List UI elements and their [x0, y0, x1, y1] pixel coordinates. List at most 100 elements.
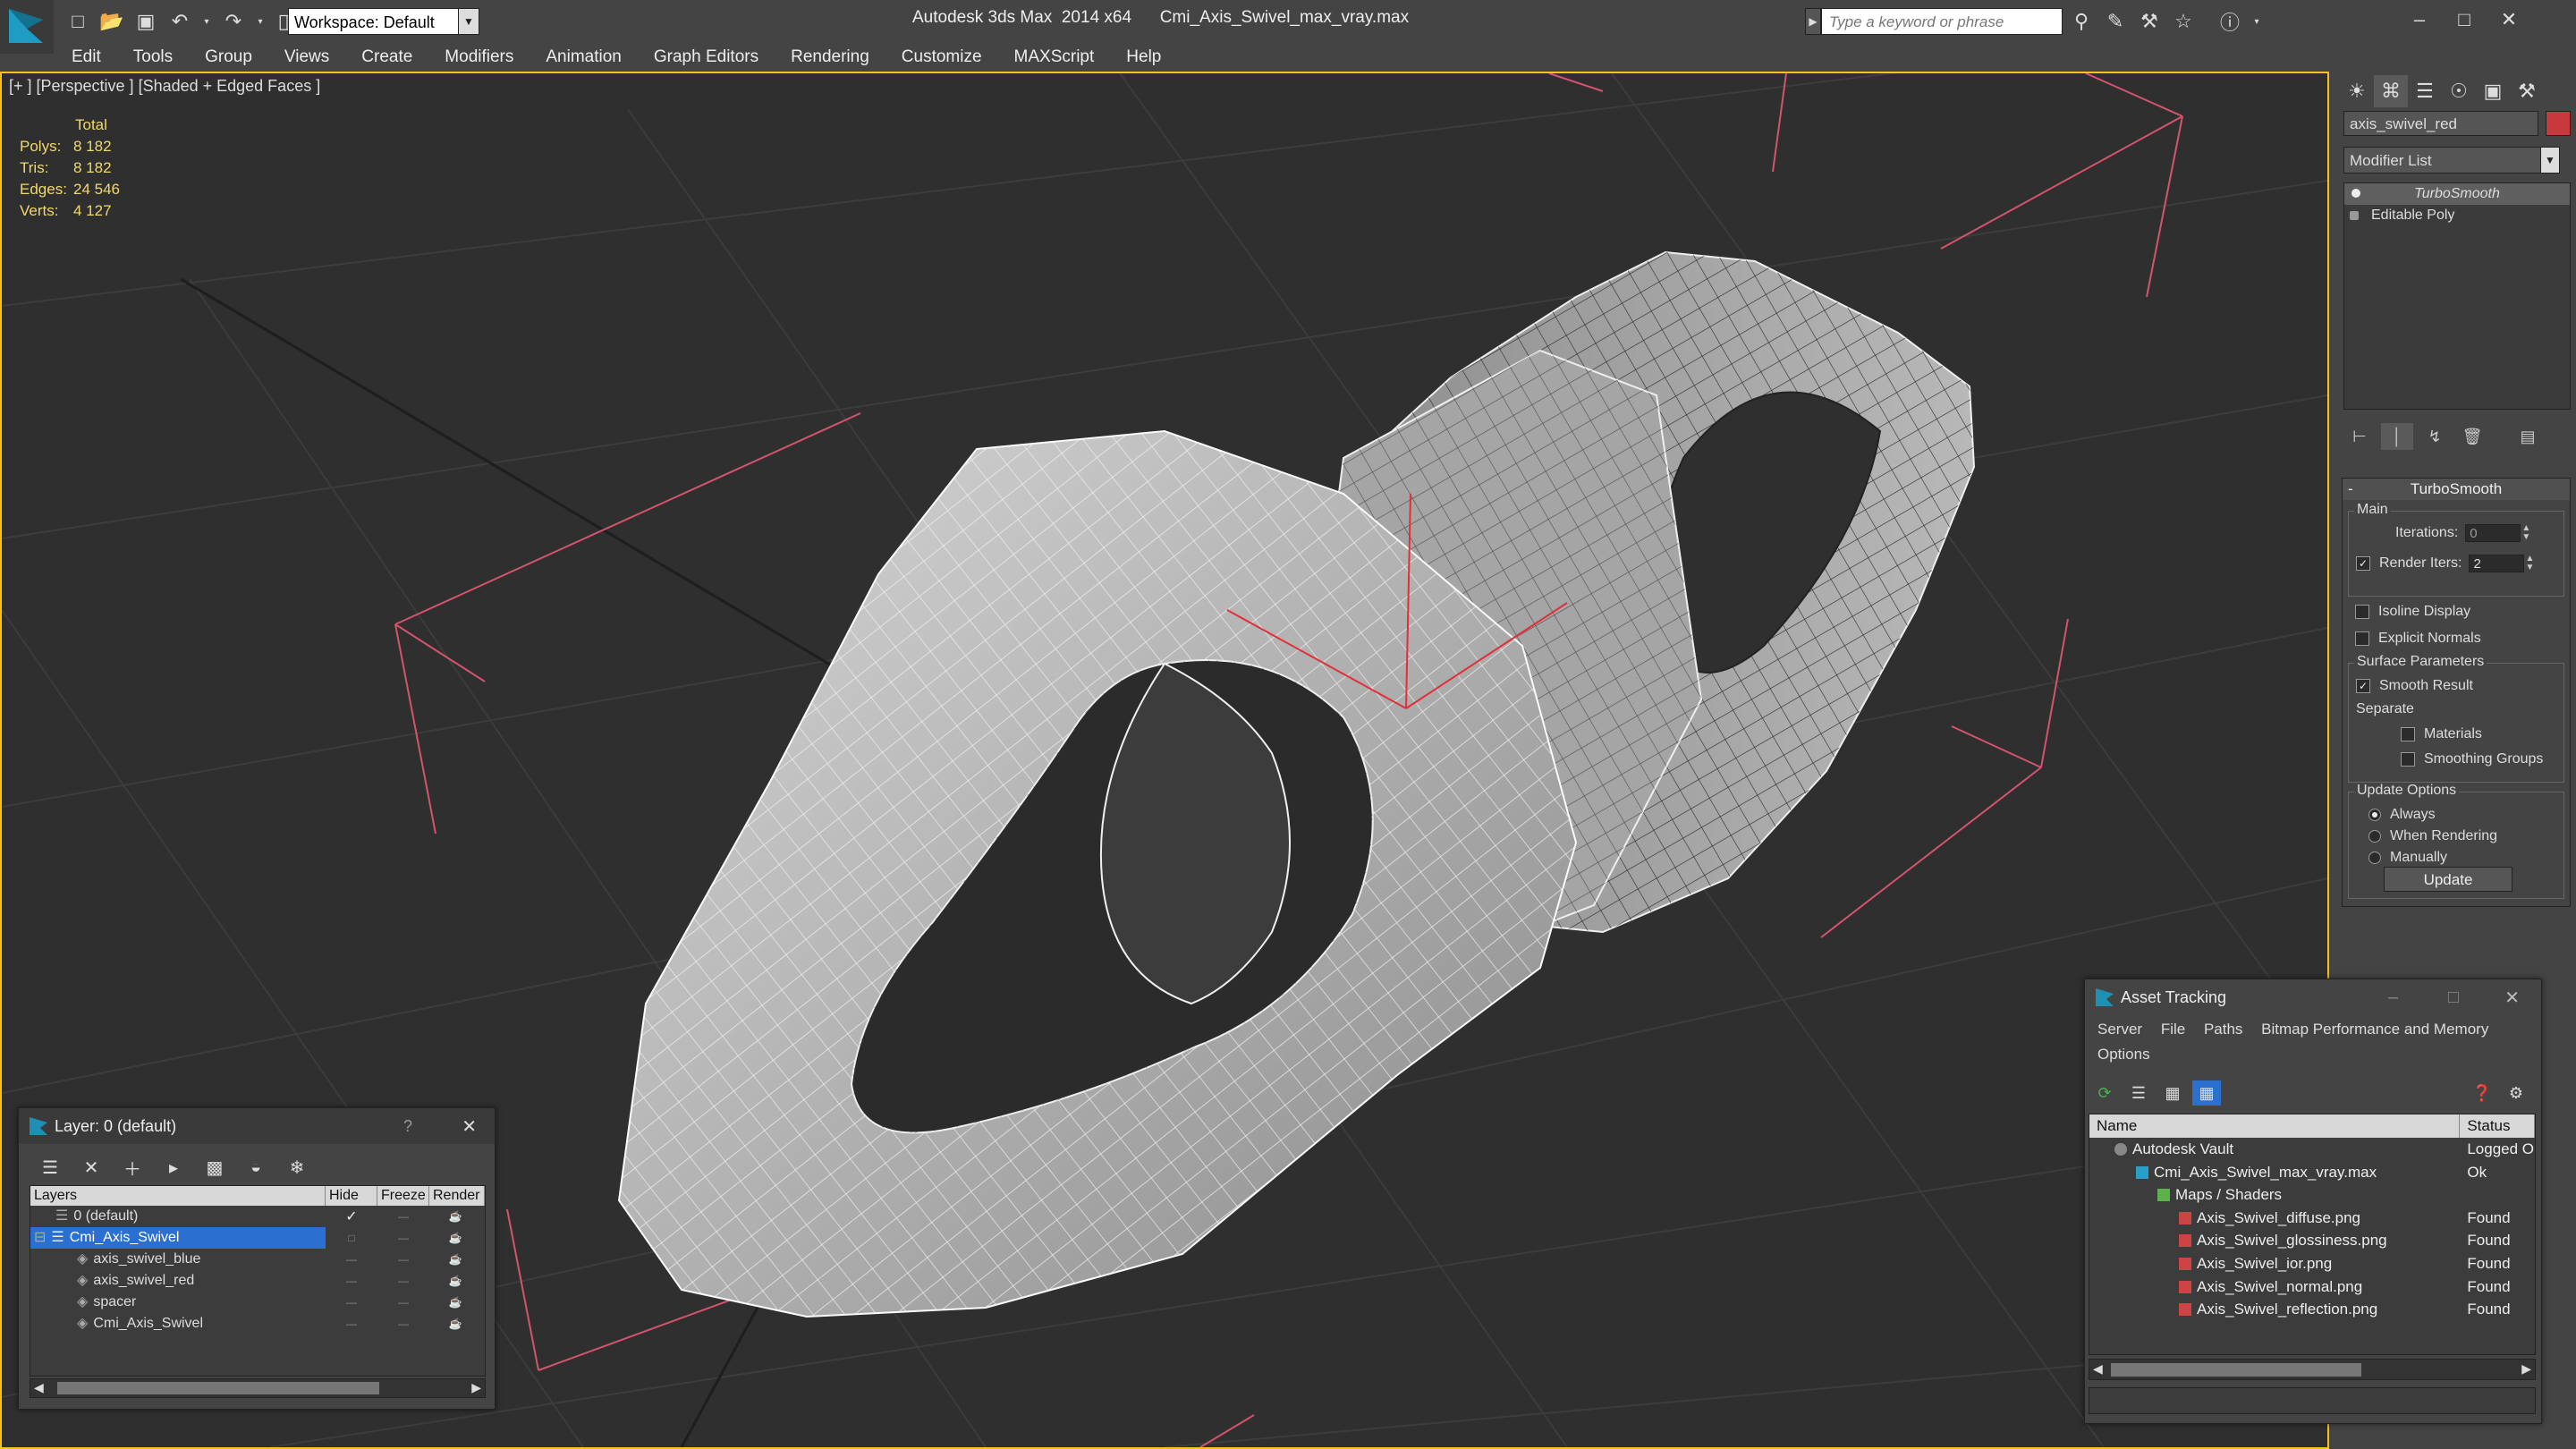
asset-row[interactable]: Maps / Shaders: [2089, 1183, 2535, 1207]
modify-tab-icon[interactable]: ⌘: [2374, 75, 2408, 107]
menu-options[interactable]: Options: [2097, 1046, 2150, 1063]
menu-paths[interactable]: Paths: [2204, 1021, 2242, 1038]
maximize-icon[interactable]: □: [2442, 2, 2487, 38]
render-teapot-icon[interactable]: ☕: [429, 1292, 481, 1313]
horizontal-scrollbar[interactable]: ◀ ▶: [30, 1378, 486, 1398]
freeze-toggle[interactable]: —: [377, 1227, 429, 1249]
update-button[interactable]: Update: [2384, 867, 2512, 892]
layer-row[interactable]: ◈ axis_swivel_red — — ☕: [30, 1270, 485, 1292]
collapse-minus-icon[interactable]: ⊟: [34, 1230, 46, 1245]
binoculars-icon[interactable]: ⚲: [2068, 8, 2095, 35]
menu-file[interactable]: File: [2161, 1021, 2185, 1038]
render-iters-spinner[interactable]: 2: [2469, 555, 2525, 572]
materials-checkbox[interactable]: [2401, 727, 2415, 741]
menu-rendering[interactable]: Rendering: [791, 47, 869, 67]
app-logo-icon[interactable]: [0, 0, 54, 54]
isoline-display-checkbox[interactable]: [2355, 605, 2369, 619]
menu-modifiers[interactable]: Modifiers: [445, 47, 513, 67]
configure-sets-icon[interactable]: ▤: [2512, 423, 2544, 450]
list-view-icon[interactable]: ☰: [2124, 1080, 2153, 1106]
remove-modifier-icon[interactable]: 🗑: [2456, 423, 2488, 450]
help-icon[interactable]: ❓: [2468, 1080, 2496, 1106]
open-file-icon[interactable]: 📂: [98, 8, 125, 35]
add-to-layer-icon[interactable]: ＋: [119, 1154, 146, 1181]
close-icon[interactable]: ✕: [2487, 2, 2531, 38]
always-radio[interactable]: [2368, 809, 2381, 821]
menu-server[interactable]: Server: [2097, 1021, 2142, 1038]
column-freeze[interactable]: Freeze: [377, 1186, 429, 1206]
chevron-down-icon[interactable]: ▼: [458, 8, 479, 35]
expand-plus-icon[interactable]: [2350, 211, 2359, 220]
render-iters-checkbox[interactable]: ✓: [2356, 556, 2370, 571]
menu-group[interactable]: Group: [205, 47, 252, 67]
spinner-arrows-icon[interactable]: ▲ ▼: [2521, 524, 2531, 542]
horizontal-scrollbar[interactable]: ◀ ▶: [2089, 1359, 2536, 1380]
menu-customize[interactable]: Customize: [902, 47, 982, 67]
asset-row[interactable]: Axis_Swivel_glossiness.png Found: [2089, 1229, 2535, 1252]
freeze-toggle[interactable]: —: [377, 1249, 429, 1270]
column-render[interactable]: Render: [429, 1186, 485, 1206]
layer-window-titlebar[interactable]: Layer: 0 (default) ? ✕: [19, 1108, 495, 1144]
active-layer-check-icon[interactable]: ✓: [326, 1206, 377, 1227]
layer-row[interactable]: ◈ Cmi_Axis_Swivel — — ☕: [30, 1313, 485, 1335]
highlight-layer-icon[interactable]: ▩: [201, 1154, 228, 1181]
create-tab-icon[interactable]: ☀: [2340, 75, 2374, 107]
communication-icon[interactable]: ✎: [2102, 8, 2129, 35]
new-layer-icon[interactable]: ☰: [37, 1154, 64, 1181]
maximize-icon[interactable]: □: [2448, 987, 2459, 1008]
minimize-icon[interactable]: –: [2388, 987, 2398, 1008]
scroll-left-icon[interactable]: ◀: [34, 1380, 44, 1395]
rollout-title[interactable]: - TurboSmooth: [2343, 479, 2570, 500]
hide-all-icon[interactable]: ◒: [242, 1154, 269, 1181]
scroll-right-icon[interactable]: ▶: [2521, 1361, 2531, 1377]
explicit-normals-checkbox[interactable]: [2355, 631, 2369, 646]
iterations-spinner[interactable]: 0: [2465, 524, 2521, 542]
asset-row[interactable]: Cmi_Axis_Swivel_max_vray.max Ok: [2089, 1161, 2535, 1184]
settings-icon[interactable]: ⚙: [2502, 1080, 2530, 1106]
workspace-dropdown[interactable]: Workspace: Default: [288, 8, 479, 35]
search-input[interactable]: Type a keyword or phrase: [1821, 8, 2063, 35]
freeze-all-icon[interactable]: ❄: [284, 1154, 310, 1181]
help-dropdown-icon[interactable]: ▾: [2250, 8, 2263, 35]
asset-row[interactable]: Axis_Swivel_reflection.png Found: [2089, 1298, 2535, 1321]
redo-icon[interactable]: ↷: [220, 8, 247, 35]
utilities-tab-icon[interactable]: ⚒: [2510, 75, 2544, 107]
hierarchy-tab-icon[interactable]: ☰: [2408, 75, 2442, 107]
refresh-icon[interactable]: ⟳: [2090, 1080, 2119, 1106]
layer-row[interactable]: ◈ axis_swivel_blue — — ☕: [30, 1249, 485, 1270]
make-unique-icon[interactable]: ↯: [2419, 423, 2451, 450]
favorites-star-icon[interactable]: ☆: [2170, 8, 2197, 35]
column-layers[interactable]: Layers: [30, 1186, 326, 1206]
undo-icon[interactable]: ↶: [166, 8, 193, 35]
close-icon[interactable]: ✕: [462, 1115, 477, 1138]
asset-row[interactable]: Axis_Swivel_normal.png Found: [2089, 1275, 2535, 1299]
manually-radio[interactable]: [2368, 852, 2381, 864]
layer-row[interactable]: ◈ spacer — — ☕: [30, 1292, 485, 1313]
asset-row[interactable]: Axis_Swivel_ior.png Found: [2089, 1252, 2535, 1275]
help-icon[interactable]: ⓘ: [2216, 8, 2243, 35]
menu-bitmap-performance[interactable]: Bitmap Performance and Memory: [2261, 1021, 2488, 1038]
menu-graph-editors[interactable]: Graph Editors: [654, 47, 758, 67]
save-file-icon[interactable]: ▣: [132, 8, 159, 35]
stack-item-turbosmooth[interactable]: TurboSmooth: [2344, 183, 2570, 205]
freeze-toggle[interactable]: —: [377, 1313, 429, 1335]
hide-toggle[interactable]: —: [326, 1249, 377, 1270]
menu-tools[interactable]: Tools: [133, 47, 173, 67]
display-tab-icon[interactable]: ▣: [2476, 75, 2510, 107]
menu-animation[interactable]: Animation: [546, 47, 622, 67]
motion-tab-icon[interactable]: ☉: [2442, 75, 2476, 107]
render-teapot-icon[interactable]: ☕: [429, 1227, 481, 1249]
render-teapot-icon[interactable]: ☕: [429, 1270, 481, 1292]
column-name[interactable]: Name: [2089, 1114, 2461, 1138]
close-icon[interactable]: ✕: [2504, 987, 2520, 1009]
scrollbar-thumb[interactable]: [57, 1382, 379, 1394]
hide-toggle[interactable]: —: [326, 1270, 377, 1292]
pin-stack-icon[interactable]: ⊢: [2343, 423, 2376, 450]
freeze-toggle[interactable]: —: [377, 1270, 429, 1292]
table-view-icon[interactable]: ▦: [2192, 1080, 2221, 1106]
freeze-toggle[interactable]: —: [377, 1292, 429, 1313]
asset-window-titlebar[interactable]: Asset Tracking – □ ✕: [2085, 979, 2541, 1015]
undo-dropdown-icon[interactable]: ▾: [200, 8, 213, 35]
current-layer-box-icon[interactable]: □: [326, 1227, 377, 1249]
column-status[interactable]: Status: [2460, 1114, 2535, 1138]
